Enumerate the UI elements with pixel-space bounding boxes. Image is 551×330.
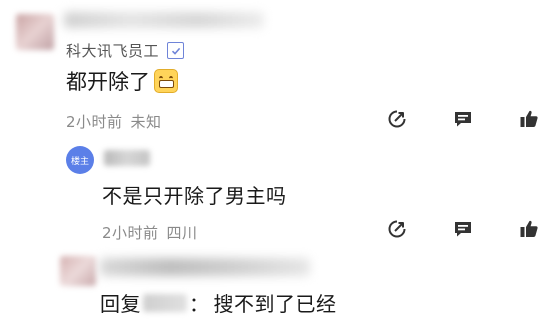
share-button[interactable] xyxy=(386,108,408,130)
reply-time: 2小时前 xyxy=(102,224,159,242)
verified-icon xyxy=(167,42,185,59)
blurred-header-text-3 xyxy=(100,258,310,276)
comment-icon xyxy=(455,222,471,237)
reply2-text: 搜不到了已经 xyxy=(213,292,337,316)
reply2-prefix: 回复 xyxy=(100,292,141,316)
commenter-avatar[interactable] xyxy=(16,14,54,50)
share-icon xyxy=(388,110,406,128)
reply-location: 四川 xyxy=(166,224,198,242)
comment-time: 2小时前 xyxy=(66,113,123,131)
like-button[interactable] xyxy=(518,108,540,130)
reply-content: 不是只开除了男主吗 xyxy=(102,184,287,208)
reply-button[interactable] xyxy=(452,218,474,240)
commenter-name-text[interactable]: 科大讯飞员工 xyxy=(66,40,159,61)
commenter-avatar-3[interactable] xyxy=(60,256,96,286)
thumbs-up-icon xyxy=(520,220,538,237)
reply-meta: 2小时前 四川 xyxy=(102,222,198,243)
share-button[interactable] xyxy=(386,218,408,240)
reply-button[interactable] xyxy=(452,108,474,130)
grimace-emoji-icon xyxy=(154,69,178,93)
like-button[interactable] xyxy=(518,218,540,240)
share-icon xyxy=(388,220,406,238)
comment-text: 都开除了 xyxy=(66,70,150,94)
comment-icon xyxy=(455,112,471,127)
thumbs-up-icon xyxy=(520,110,538,127)
host-badge[interactable]: 楼主 xyxy=(66,146,94,174)
reply2-separator: ： xyxy=(189,292,210,316)
commenter-name[interactable]: 科大讯飞员工 xyxy=(66,40,185,61)
comment-content: 都开除了 xyxy=(66,66,178,96)
blurred-header-text xyxy=(64,12,264,28)
reply2-content: 回复 ： 搜不到了已经 xyxy=(100,288,337,317)
replier-name-blurred[interactable] xyxy=(104,150,150,166)
comment-meta: 2小时前 未知 xyxy=(66,111,162,132)
comment-location: 未知 xyxy=(130,113,162,131)
reply2-target-blurred[interactable] xyxy=(143,293,187,312)
